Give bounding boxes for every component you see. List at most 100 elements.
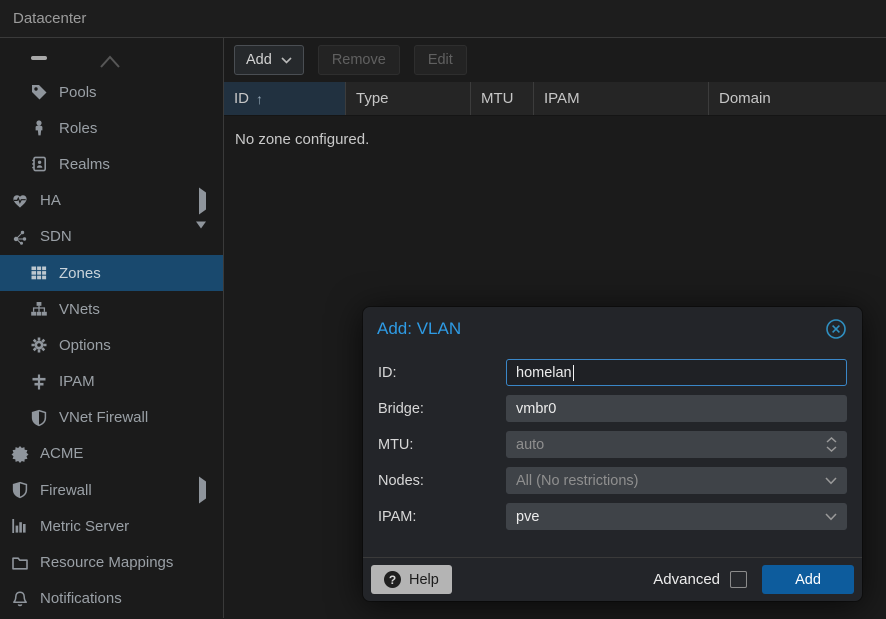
nodes-label: Nodes: xyxy=(378,473,506,489)
remove-button[interactable]: Remove xyxy=(318,45,400,75)
dropdown-trigger[interactable] xyxy=(825,504,837,529)
network-nodes-icon xyxy=(10,227,29,246)
top-bar: Datacenter xyxy=(0,0,886,38)
spinner-buttons[interactable] xyxy=(826,432,837,457)
add-dropdown-button[interactable]: Add xyxy=(234,45,304,75)
column-header-domain[interactable]: Domain xyxy=(709,82,886,115)
bar-chart-icon xyxy=(10,517,29,536)
sidebar-item-label: VNets xyxy=(59,301,100,318)
column-header-type[interactable]: Type xyxy=(346,82,471,115)
close-button[interactable] xyxy=(824,317,848,341)
mtu-label: MTU: xyxy=(378,437,506,453)
zones-toolbar: Add Remove Edit xyxy=(224,38,886,82)
mtu-spinner[interactable]: auto xyxy=(506,431,847,458)
sidebar-item-label: Notifications xyxy=(40,590,122,607)
chevron-down-icon xyxy=(281,57,292,64)
expand-arrow-icon[interactable] xyxy=(199,482,206,499)
sidebar-item-label: Realms xyxy=(59,156,110,173)
sidebar-item-roles[interactable]: Roles xyxy=(0,110,223,146)
sidebar-item-ha[interactable]: HA xyxy=(0,183,223,219)
advanced-label: Advanced xyxy=(653,571,720,588)
sidebar-item-notifications[interactable]: Notifications xyxy=(0,581,223,617)
sidebar-item-label: IPAM xyxy=(59,373,95,390)
heartbeat-icon xyxy=(10,191,29,210)
add-vlan-dialog: Add: VLAN ID: homelan Bridge: vmbr0 MTU: xyxy=(363,307,862,601)
add-submit-button[interactable]: Add xyxy=(762,565,854,594)
id-input[interactable]: homelan xyxy=(506,359,847,386)
field-row-id: ID: homelan xyxy=(378,359,847,386)
advanced-toggle: Advanced xyxy=(653,571,747,588)
dialog-body: ID: homelan Bridge: vmbr0 MTU: auto xyxy=(363,351,862,530)
sitemap-icon xyxy=(29,300,48,319)
grid-icon xyxy=(29,264,48,283)
sidebar-item-label: Metric Server xyxy=(40,518,129,535)
sidebar-item-label: SDN xyxy=(40,228,72,245)
chevron-up-icon xyxy=(99,52,121,74)
shield-icon xyxy=(10,481,29,500)
text-cursor xyxy=(573,365,574,381)
column-header-mtu[interactable]: MTU xyxy=(471,82,534,115)
field-row-nodes: Nodes: All (No restrictions) xyxy=(378,467,847,494)
bell-icon xyxy=(10,589,29,608)
folder-icon xyxy=(10,553,29,572)
field-row-mtu: MTU: auto xyxy=(378,431,847,458)
sidebar-item-vnets[interactable]: VNets xyxy=(0,291,223,327)
sort-asc-icon: ↑ xyxy=(256,91,263,107)
chevron-down-icon xyxy=(825,477,837,485)
sidebar-item-acme[interactable]: ACME xyxy=(0,436,223,472)
advanced-checkbox[interactable] xyxy=(730,571,747,588)
help-button[interactable]: ? Help xyxy=(371,565,452,594)
sidebar-item-label: Pools xyxy=(59,84,97,101)
sidebar-item-zones[interactable]: Zones xyxy=(0,255,223,291)
close-icon xyxy=(824,317,848,341)
field-row-ipam: IPAM: pve xyxy=(378,503,847,530)
spinner-down-icon xyxy=(826,446,837,452)
sidebar-item-vnet-firewall[interactable]: VNet Firewall xyxy=(0,400,223,436)
column-header-id[interactable]: ID ↑ xyxy=(224,82,346,115)
sidebar-item-label: Resource Mappings xyxy=(40,554,173,571)
certificate-icon xyxy=(10,444,29,463)
sidebar-item-firewall[interactable]: Firewall xyxy=(0,472,223,508)
sidebar-item-label: Options xyxy=(59,337,111,354)
sidebar-item-realms[interactable]: Realms xyxy=(0,146,223,182)
grid-empty-text: No zone configured. xyxy=(224,116,886,163)
dash-icon xyxy=(31,56,47,60)
sidebar-item-metric-server[interactable]: Metric Server xyxy=(0,508,223,544)
bridge-label: Bridge: xyxy=(378,401,506,417)
nodes-select[interactable]: All (No restrictions) xyxy=(506,467,847,494)
gear-icon xyxy=(29,336,48,355)
sidebar-item-ipam[interactable]: IPAM xyxy=(0,364,223,400)
dropdown-trigger[interactable] xyxy=(825,468,837,493)
sidebar-tree: Pools Roles Realms HA xyxy=(0,38,224,618)
user-icon xyxy=(29,119,48,138)
sidebar-item-options[interactable]: Options xyxy=(0,327,223,363)
tag-icon xyxy=(29,83,48,102)
collapse-arrow-icon[interactable] xyxy=(196,228,206,245)
question-circle-icon: ? xyxy=(384,571,401,588)
dialog-header[interactable]: Add: VLAN xyxy=(363,307,862,351)
shield-icon xyxy=(29,408,48,427)
dialog-title: Add: VLAN xyxy=(377,319,461,339)
sidebar-item-partial[interactable] xyxy=(0,44,223,74)
sliders-icon xyxy=(29,372,48,391)
sidebar-item-sdn[interactable]: SDN xyxy=(0,219,223,255)
expand-arrow-icon[interactable] xyxy=(199,192,206,209)
sidebar-item-label: Firewall xyxy=(40,482,92,499)
sidebar-item-label: HA xyxy=(40,192,61,209)
zones-grid-header: ID ↑ Type MTU IPAM Domain xyxy=(224,82,886,116)
sidebar-item-resource-mappings[interactable]: Resource Mappings xyxy=(0,544,223,580)
dialog-footer: ? Help Advanced Add xyxy=(363,557,862,601)
bridge-input[interactable]: vmbr0 xyxy=(506,395,847,422)
sidebar-item-label: Roles xyxy=(59,120,97,137)
address-book-icon xyxy=(29,155,48,174)
chevron-down-icon xyxy=(825,513,837,521)
edit-button[interactable]: Edit xyxy=(414,45,467,75)
ipam-select[interactable]: pve xyxy=(506,503,847,530)
spinner-up-icon xyxy=(826,437,837,443)
column-header-ipam[interactable]: IPAM xyxy=(534,82,709,115)
sidebar-item-label: VNet Firewall xyxy=(59,409,148,426)
field-row-bridge: Bridge: vmbr0 xyxy=(378,395,847,422)
page-title: Datacenter xyxy=(13,10,86,27)
sidebar-item-pools[interactable]: Pools xyxy=(0,74,223,110)
sidebar-item-label: ACME xyxy=(40,445,83,462)
